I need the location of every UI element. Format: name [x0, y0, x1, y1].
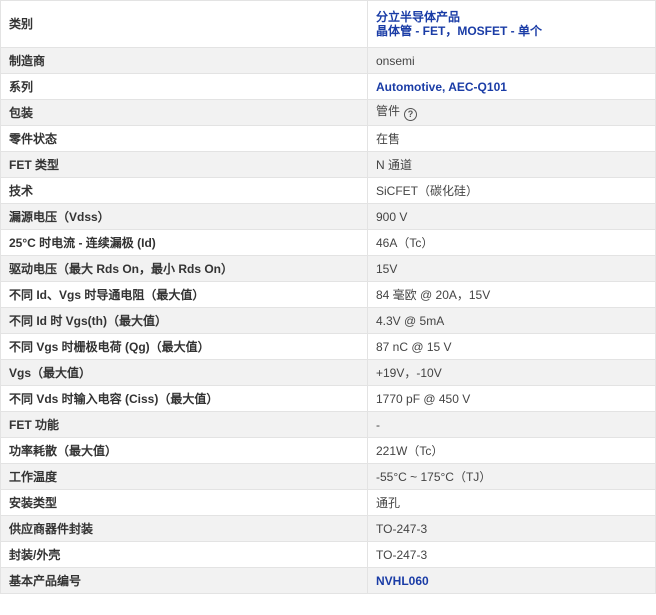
row-value: SiCFET（碳化硅）	[367, 177, 656, 204]
row-label: 基本产品编号	[0, 567, 368, 594]
table-row-vgs-max: Vgs（最大值） +19V，-10V	[0, 359, 656, 386]
row-value: onsemi	[367, 47, 656, 74]
table-row-mounting-type: 安装类型 通孔	[0, 489, 656, 516]
row-value: +19V，-10V	[367, 359, 656, 386]
table-row-technology: 技术 SiCFET（碳化硅）	[0, 177, 656, 204]
row-label: Vgs（最大值）	[0, 359, 368, 386]
row-value: 管件?	[367, 99, 656, 126]
row-label: 25°C 时电流 - 连续漏极 (Id)	[0, 229, 368, 256]
table-row-base-part-number: 基本产品编号 NVHL060	[0, 567, 656, 594]
table-row-fet-type: FET 类型 N 通道	[0, 151, 656, 178]
row-label: 安装类型	[0, 489, 368, 516]
table-row-drive-voltage: 驱动电压（最大 Rds On，最小 Rds On） 15V	[0, 255, 656, 282]
row-label: 工作温度	[0, 463, 368, 490]
row-label: 不同 Id 时 Vgs(th)（最大值）	[0, 307, 368, 334]
series-link[interactable]: Automotive, AEC-Q101	[376, 80, 507, 94]
row-label: 不同 Vgs 时栅极电荷 (Qg)（最大值）	[0, 333, 368, 360]
row-label: 零件状态	[0, 125, 368, 152]
product-attributes-table: 类别 分立半导体产品 晶体管 - FET，MOSFET - 单个 制造商 ons…	[0, 0, 656, 594]
row-value: 221W（Tc）	[367, 437, 656, 464]
table-row-manufacturer: 制造商 onsemi	[0, 47, 656, 74]
table-row-gate-charge: 不同 Vgs 时栅极电荷 (Qg)（最大值） 87 nC @ 15 V	[0, 333, 656, 360]
row-label: 漏源电压（Vdss）	[0, 203, 368, 230]
row-label: 供应商器件封装	[0, 515, 368, 542]
table-row-vdss: 漏源电压（Vdss） 900 V	[0, 203, 656, 230]
row-value: Automotive, AEC-Q101	[367, 73, 656, 100]
row-label: 不同 Id、Vgs 时导通电阻（最大值）	[0, 281, 368, 308]
table-row-power-dissipation: 功率耗散（最大值） 221W（Tc）	[0, 437, 656, 464]
row-value: TO-247-3	[367, 515, 656, 542]
question-circle-icon[interactable]: ?	[404, 108, 418, 121]
row-value: TO-247-3	[367, 541, 656, 568]
table-row-supplier-package: 供应商器件封装 TO-247-3	[0, 515, 656, 542]
row-label: FET 类型	[0, 151, 368, 178]
row-label: 封装/外壳	[0, 541, 368, 568]
row-label: 包装	[0, 99, 368, 126]
row-value: 87 nC @ 15 V	[367, 333, 656, 360]
table-row-package-case: 封装/外壳 TO-247-3	[0, 541, 656, 568]
row-label: FET 功能	[0, 411, 368, 438]
row-value: 分立半导体产品 晶体管 - FET，MOSFET - 单个	[367, 0, 656, 48]
table-row-operating-temp: 工作温度 -55°C ~ 175°C（TJ）	[0, 463, 656, 490]
row-label: 不同 Vds 时输入电容 (Ciss)（最大值）	[0, 385, 368, 412]
table-row-packaging: 包装 管件?	[0, 99, 656, 126]
row-value: 通孔	[367, 489, 656, 516]
row-value: -55°C ~ 175°C（TJ）	[367, 463, 656, 490]
category-link[interactable]: 分立半导体产品	[376, 10, 647, 24]
row-value: -	[367, 411, 656, 438]
row-value: 15V	[367, 255, 656, 282]
row-value: 1770 pF @ 450 V	[367, 385, 656, 412]
row-label: 系列	[0, 73, 368, 100]
row-value: NVHL060	[367, 567, 656, 594]
table-row-category: 类别 分立半导体产品 晶体管 - FET，MOSFET - 单个	[0, 0, 656, 48]
row-label: 驱动电压（最大 Rds On，最小 Rds On）	[0, 255, 368, 282]
table-row-rds-on: 不同 Id、Vgs 时导通电阻（最大值） 84 毫欧 @ 20A，15V	[0, 281, 656, 308]
table-row-part-status: 零件状态 在售	[0, 125, 656, 152]
row-value: 4.3V @ 5mA	[367, 307, 656, 334]
subcategory-link[interactable]: 晶体管 - FET，MOSFET - 单个	[376, 24, 647, 38]
row-label: 制造商	[0, 47, 368, 74]
table-row-drain-current: 25°C 时电流 - 连续漏极 (Id) 46A（Tc）	[0, 229, 656, 256]
table-row-ciss: 不同 Vds 时输入电容 (Ciss)（最大值） 1770 pF @ 450 V	[0, 385, 656, 412]
row-label: 功率耗散（最大值）	[0, 437, 368, 464]
row-value: N 通道	[367, 151, 656, 178]
row-label: 类别	[0, 0, 368, 48]
base-part-number-link[interactable]: NVHL060	[376, 574, 429, 588]
row-value: 46A（Tc）	[367, 229, 656, 256]
table-row-vgs-th: 不同 Id 时 Vgs(th)（最大值） 4.3V @ 5mA	[0, 307, 656, 334]
row-value: 在售	[367, 125, 656, 152]
row-label: 技术	[0, 177, 368, 204]
row-value: 900 V	[367, 203, 656, 230]
table-row-series: 系列 Automotive, AEC-Q101	[0, 73, 656, 100]
row-value: 84 毫欧 @ 20A，15V	[367, 281, 656, 308]
table-row-fet-feature: FET 功能 -	[0, 411, 656, 438]
packaging-value: 管件	[376, 104, 401, 118]
